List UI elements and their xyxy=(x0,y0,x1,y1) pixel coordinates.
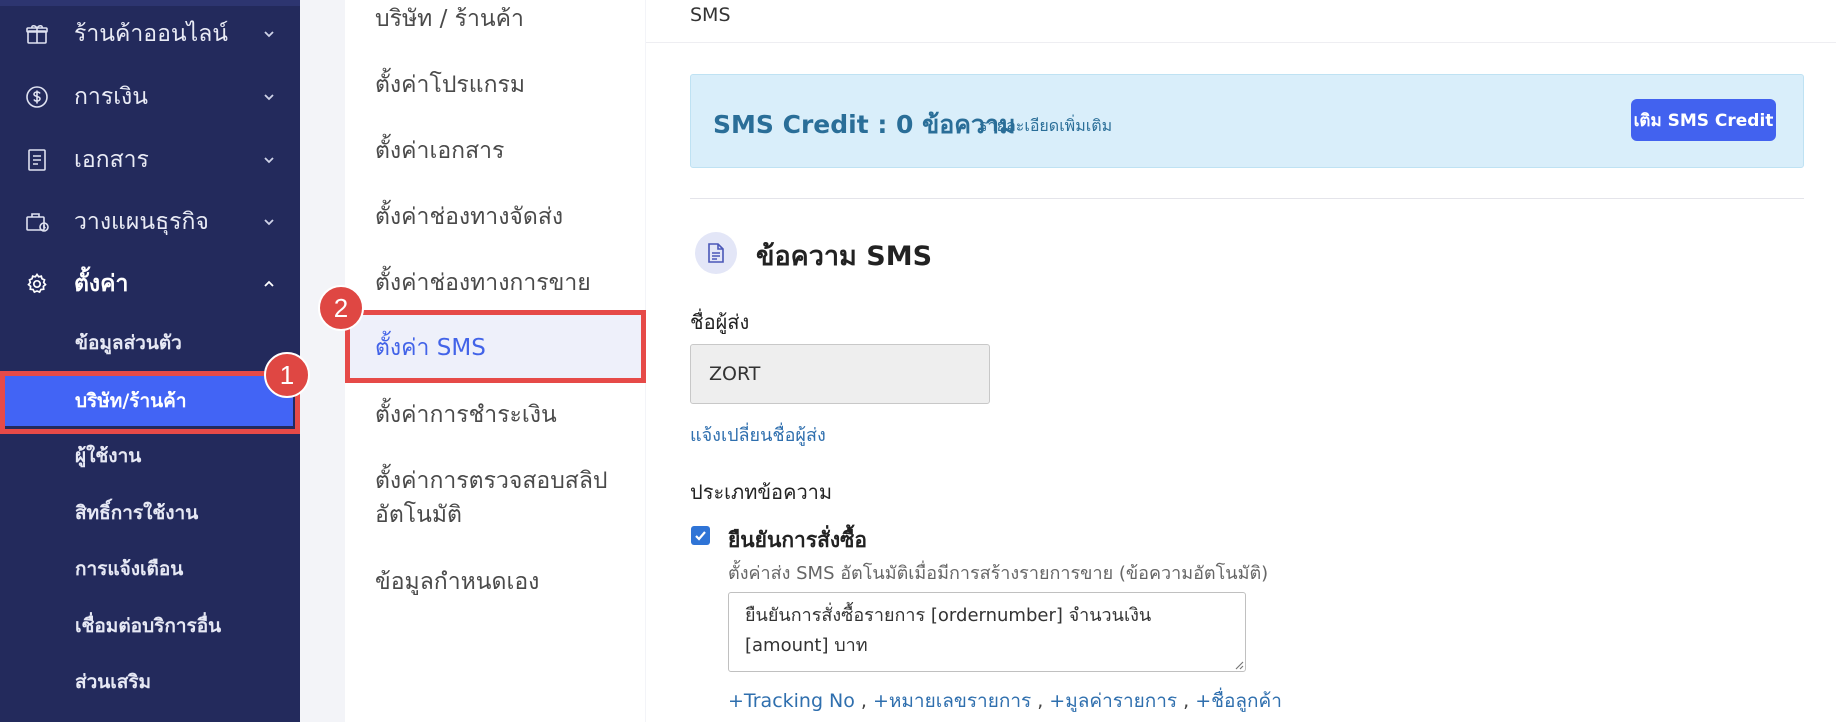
settings-item-sms[interactable]: ตั้งค่า SMS xyxy=(345,315,645,378)
sender-name-input[interactable] xyxy=(690,344,990,404)
order-confirm-checkbox[interactable] xyxy=(691,526,710,545)
sidebar-item-business-plan[interactable]: วางแผนธุรกิจ xyxy=(0,194,300,250)
sms-credit-text: SMS Credit : 0 ข้อความ xyxy=(713,110,1016,139)
settings-item-documents[interactable]: ตั้งค่าเอกสาร xyxy=(345,132,645,172)
step-badge-1: 1 xyxy=(264,352,310,398)
tag-tracking-no[interactable]: +Tracking No xyxy=(728,690,855,712)
header-divider xyxy=(646,42,1836,43)
settings-item-label: ตั้งค่า SMS xyxy=(375,335,486,361)
order-confirm-message-textarea[interactable]: ยืนยันการสั่งซื้อรายการ [ordernumber] จำ… xyxy=(728,592,1246,672)
chevron-up-icon xyxy=(264,280,274,287)
gift-icon xyxy=(24,21,50,47)
dollar-coin-icon xyxy=(24,84,50,110)
briefcase-icon xyxy=(24,209,50,235)
step-badge-2: 2 xyxy=(318,285,364,331)
settings-item-sales-channel[interactable]: ตั้งค่าช่องทางการขาย xyxy=(345,264,645,304)
order-confirm-description: ตั้งค่าส่ง SMS อัตโนมัติเมื่อมีการสร้างร… xyxy=(728,563,1269,584)
settings-item-label-line2: อัตโนมัติ xyxy=(375,502,462,528)
resize-handle-icon[interactable] xyxy=(1234,660,1244,670)
sidebar-item-label: วางแผนธุรกิจ xyxy=(74,209,209,235)
settings-item-custom-data[interactable]: ข้อมูลกำหนดเอง xyxy=(345,563,645,603)
sidebar-subitem-users[interactable]: ผู้ใช้งาน xyxy=(0,431,300,481)
sidebar-item-documents[interactable]: เอกสาร xyxy=(0,132,300,188)
sidebar-subitem-label: การแจ้งเตือน xyxy=(75,558,184,580)
settings-item-label: บริษัท / ร้านค้า xyxy=(375,6,524,32)
sidebar: ร้านค้าออนไลน์ การเงิน เอกสาร วางแผนธุรก… xyxy=(0,0,300,722)
tag-order-value[interactable]: +มูลค่ารายการ xyxy=(1049,690,1177,712)
sidebar-subitem-permissions[interactable]: สิทธิ์การใช้งาน xyxy=(0,488,300,538)
sidebar-item-label: เอกสาร xyxy=(74,147,149,173)
sms-credit-details-link[interactable]: รายละเอียดเพิ่มเติม xyxy=(979,114,1112,139)
sidebar-subitem-label: สิทธิ์การใช้งาน xyxy=(75,502,199,524)
tag-order-number[interactable]: +หมายเลขรายการ xyxy=(873,690,1031,712)
sidebar-subitem-label: ข้อมูลส่วนตัว xyxy=(75,332,182,354)
sidebar-item-finance[interactable]: การเงิน xyxy=(0,69,300,125)
tag-separator: , xyxy=(1037,690,1044,712)
gear-icon xyxy=(24,271,50,297)
chevron-down-icon xyxy=(264,94,274,101)
document-icon xyxy=(695,232,737,274)
sidebar-subitem-label: เชื่อมต่อบริการอื่น xyxy=(75,615,222,637)
sidebar-subitem-label: ส่วนเสริม xyxy=(75,671,152,693)
main-content: SMS SMS Credit : 0 ข้อความ รายละเอียดเพิ… xyxy=(646,0,1836,722)
page-title: SMS xyxy=(690,4,731,26)
sender-name-label: ชื่อผู้ส่ง xyxy=(690,310,750,334)
sidebar-subitem-company[interactable]: บริษัท/ร้านค้า xyxy=(5,376,293,426)
document-icon xyxy=(24,147,50,173)
chevron-down-icon xyxy=(264,157,274,164)
sidebar-subitem-addons[interactable]: ส่วนเสริม xyxy=(0,657,300,707)
section-divider xyxy=(690,198,1804,199)
tag-customer-name[interactable]: +ชื่อลูกค้า xyxy=(1195,690,1282,712)
sidebar-item-label: การเงิน xyxy=(74,84,149,110)
section-title: ข้อความ SMS xyxy=(756,241,933,272)
settings-item-company[interactable]: บริษัท / ร้านค้า xyxy=(345,0,645,40)
settings-item-program[interactable]: ตั้งค่าโปรแกรม xyxy=(345,66,645,106)
settings-item-label: ตั้งค่าช่องทางการขาย xyxy=(375,270,591,296)
message-tags: +Tracking No, +หมายเลขรายการ, +มูลค่ารายกา… xyxy=(728,686,1282,716)
sidebar-item-settings[interactable]: ตั้งค่า xyxy=(0,256,300,312)
order-confirm-label: ยืนยันการสั่งซื้อ xyxy=(728,528,868,552)
message-type-label: ประเภทข้อความ xyxy=(690,480,833,504)
sidebar-item-label: ร้านค้าออนไลน์ xyxy=(74,21,229,47)
settings-item-shipping[interactable]: ตั้งค่าช่องทางจัดส่ง xyxy=(345,198,645,238)
chevron-down-icon xyxy=(264,31,274,38)
sidebar-subitem-label: บริษัท/ร้านค้า xyxy=(75,390,187,412)
sidebar-item-label: ตั้งค่า xyxy=(74,271,129,297)
settings-item-label-line1: ตั้งค่าการตรวจสอบสลิป xyxy=(375,468,608,494)
change-sender-link[interactable]: แจ้งเปลี่ยนชื่อผู้ส่ง xyxy=(690,420,826,449)
settings-item-label: ตั้งค่าเอกสาร xyxy=(375,138,505,164)
sidebar-subitem-notifications[interactable]: การแจ้งเตือน xyxy=(0,544,300,594)
settings-item-label: ข้อมูลกำหนดเอง xyxy=(375,569,540,595)
settings-item-label: ตั้งค่าโปรแกรม xyxy=(375,72,526,98)
settings-item-slip-verify[interactable]: ตั้งค่าการตรวจสอบสลิป อัตโนมัติ xyxy=(345,462,645,534)
settings-item-label: ตั้งค่าช่องทางจัดส่ง xyxy=(375,204,564,230)
sidebar-subitem-integrations[interactable]: เชื่อมต่อบริการอื่น xyxy=(0,601,300,651)
sidebar-subitem-profile[interactable]: ข้อมูลส่วนตัว xyxy=(0,318,300,368)
settings-item-payment[interactable]: ตั้งค่าการชำระเงิน xyxy=(345,396,645,436)
check-icon xyxy=(695,531,706,541)
sms-credit-banner: SMS Credit : 0 ข้อความ รายละเอียดเพิ่มเต… xyxy=(690,74,1804,168)
sidebar-item-online-store[interactable]: ร้านค้าออนไลน์ xyxy=(0,6,300,62)
tag-separator: , xyxy=(1183,690,1190,712)
settings-menu: บริษัท / ร้านค้า ตั้งค่าโปรแกรม ตั้งค่าเ… xyxy=(345,0,645,722)
tag-separator: , xyxy=(860,690,867,712)
settings-item-label: ตั้งค่าการชำระเงิน xyxy=(375,402,557,428)
sidebar-subitem-label: ผู้ใช้งาน xyxy=(75,445,142,467)
top-up-sms-credit-button[interactable]: เติม SMS Credit xyxy=(1631,99,1776,141)
chevron-down-icon xyxy=(264,219,274,226)
